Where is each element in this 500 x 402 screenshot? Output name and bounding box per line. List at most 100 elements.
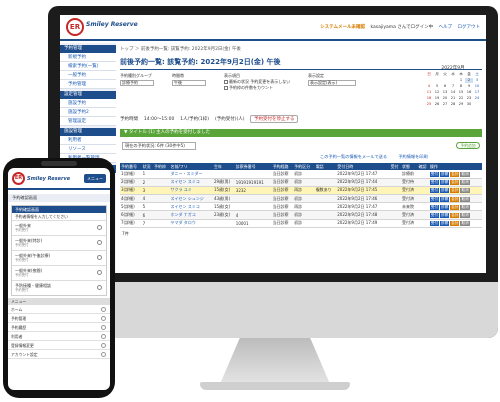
sidebar-item[interactable]: 一般予約 <box>60 71 116 80</box>
column-header[interactable]: 予約経路 <box>271 163 294 170</box>
help-link[interactable]: ヘルプ <box>439 25 453 30</box>
calendar-day[interactable]: 9 <box>465 84 473 89</box>
action-tag-button[interactable]: 受付 <box>429 221 440 227</box>
sidebar-item[interactable]: 新規予約 <box>60 53 116 62</box>
action-tag-button[interactable]: 受付 <box>429 171 440 177</box>
cell-name[interactable]: スイセン シュンジ <box>169 194 213 204</box>
checkbox[interactable] <box>224 86 228 90</box>
calendar-day[interactable]: 22 <box>457 96 465 101</box>
calendar-day[interactable]: 13 <box>441 90 449 95</box>
action-tag-button[interactable]: 受付 <box>429 196 440 202</box>
radio-icon[interactable] <box>97 255 102 260</box>
cell-reservation-no[interactable]: 6(詳細) <box>120 210 142 220</box>
phone-logo-mark[interactable]: ER <box>12 172 25 185</box>
calendar-day[interactable]: 27 <box>441 102 449 107</box>
column-header[interactable]: 状態 <box>401 163 418 170</box>
calendar-day[interactable]: 28 <box>449 102 457 107</box>
action-tag-button[interactable]: 受付 <box>429 180 440 186</box>
phone-menu-item[interactable]: 予約履歴 <box>8 323 110 332</box>
column-header[interactable]: 生年 <box>212 163 235 170</box>
reservation-no[interactable]: 2(詳細) <box>121 179 135 184</box>
column-header[interactable]: 予約枠 <box>152 163 170 170</box>
column-header[interactable]: 受付 <box>389 163 402 170</box>
cell-name[interactable]: ヤマダ タロウ <box>169 219 213 228</box>
calendar-day[interactable]: 24 <box>473 96 481 101</box>
app-logo[interactable]: ER Smiley Reserve <box>66 17 138 39</box>
column-header[interactable]: 受付日時 <box>336 163 389 170</box>
reservation-no[interactable]: 7(詳細) <box>121 220 135 225</box>
phone-option-item[interactable]: 一般外来 予約受付 <box>12 220 106 235</box>
sidebar-item[interactable]: リソース <box>60 145 116 154</box>
display-option-2[interactable]: 予約枠の件数をカウント <box>224 85 290 91</box>
table-row[interactable]: 3(詳細) 3 サクラ ユミ 15歳(女) 3232 当日診察 再診 複数あり 2022年9月2… <box>120 186 482 196</box>
table-row[interactable]: 7(詳細) 7 ヤマダ タロウ 10001 当日診察 初診 2022年9月2日 17:49 受… <box>120 219 482 228</box>
calendar-day[interactable]: 2 <box>465 78 473 83</box>
action-tag-button[interactable]: 診察 <box>440 196 450 202</box>
stop-booking-button[interactable]: 予約受付を停止する <box>249 115 299 123</box>
action-tag-button[interactable]: 診察 <box>440 221 450 227</box>
calendar-day[interactable]: 18 <box>425 96 433 101</box>
phone-menu-item[interactable]: 登録情報変更 <box>8 341 110 350</box>
phone-menu-item[interactable]: 予約管理 <box>8 314 110 323</box>
cell-reservation-no[interactable]: 7(詳細) <box>120 219 142 228</box>
phone-option-item[interactable]: 一般外来(午後診療) 予約受付 <box>12 250 106 265</box>
print-link[interactable]: 予約情報を印刷 <box>398 154 427 159</box>
cell-reservation-no[interactable]: 1(詳細) <box>120 170 142 179</box>
phone-menu-button[interactable]: メニュー <box>84 174 106 183</box>
calendar-day[interactable]: 19 <box>433 96 441 101</box>
action-tag-button[interactable]: 会計 <box>450 188 460 194</box>
checkbox[interactable] <box>224 80 228 84</box>
column-header[interactable]: 状況 <box>141 163 153 170</box>
column-header[interactable]: 確認 <box>417 163 429 170</box>
column-header[interactable]: 診察券番号 <box>234 163 272 170</box>
action-tag-button[interactable]: 会計 <box>450 213 460 219</box>
mail-warning-link[interactable]: システムメール未確認 <box>320 25 365 30</box>
email-list-link[interactable]: この予約一覧の情報をメールで送る <box>320 154 387 159</box>
table-row[interactable]: 2(詳細) 2 スイセン スミコ 29歳(男) 19191919191 当日診察 初診 202… <box>120 178 482 187</box>
calendar-day[interactable]: 14 <box>449 90 457 95</box>
phone-menu-item[interactable]: 利用者 <box>8 332 110 341</box>
reservation-no[interactable]: 6(詳細) <box>121 212 135 217</box>
calendar-day[interactable]: 23 <box>465 96 473 101</box>
logout-link[interactable]: ログアウト <box>458 25 481 30</box>
cell-name[interactable]: サクラ ユミ <box>169 186 213 196</box>
calendar-day[interactable]: 6 <box>441 84 449 89</box>
phone-option-item[interactable]: 予防接種・健康相談 予約受付 <box>12 280 106 295</box>
action-tag-button[interactable]: 取消 <box>460 196 470 202</box>
add-reservation-button[interactable]: 予約追加 <box>456 142 480 149</box>
table-row[interactable]: 6(詳細) 6 ホンダ ナガコ 23歳(女) 4 当日診察 初診 2022年9月2日 17:4… <box>120 210 482 220</box>
column-header[interactable]: 予約番号 <box>120 163 142 170</box>
phone-option-item[interactable]: 一般外来(夜間) 予約受付 <box>12 265 106 280</box>
calendar-day[interactable]: 1 <box>457 78 465 83</box>
action-tag-button[interactable]: 診察 <box>440 204 450 210</box>
action-tag-button[interactable]: 会計 <box>450 204 460 210</box>
column-header[interactable]: 電話 <box>314 163 337 170</box>
type-select[interactable]: 午後 <box>172 80 206 86</box>
calendar-day[interactable]: 29 <box>457 102 465 107</box>
cell-name[interactable]: スイセン スミコ <box>169 202 213 212</box>
calendar-day[interactable]: 7 <box>449 84 457 89</box>
calendar-day[interactable]: 15 <box>457 90 465 95</box>
action-tag-button[interactable]: 取消 <box>460 213 470 219</box>
cell-reservation-no[interactable]: 5(詳細) <box>120 202 142 212</box>
radio-icon[interactable] <box>97 285 102 290</box>
sidebar-item[interactable]: 施設予約 <box>60 99 116 108</box>
radio-icon[interactable] <box>97 240 102 245</box>
sidebar-item[interactable]: 管理設定 <box>60 117 116 126</box>
option-select[interactable]: 表示設定(表示) <box>308 80 356 86</box>
column-header[interactable]: 予約区分 <box>293 163 315 170</box>
calendar-day[interactable]: 20 <box>441 96 449 101</box>
phone-menu-item[interactable]: ホーム <box>8 305 110 314</box>
calendar-day[interactable]: 25 <box>425 102 433 107</box>
table-row[interactable]: 5(詳細) 5 スイセン スミコ 15歳(女) 当日診察 再診 2022年9月2日 17:4… <box>120 202 482 212</box>
calendar-day[interactable]: 21 <box>449 96 457 101</box>
action-tag-button[interactable]: 取消 <box>460 171 470 177</box>
action-tag-button[interactable]: 会計 <box>450 180 460 186</box>
calendar-day[interactable]: 4 <box>425 84 433 89</box>
breadcrumb[interactable]: トップ ＞ 前後予約一覧: 該覧予約: 2022年9月2日(金) 午後 <box>120 46 482 52</box>
action-tag-button[interactable]: 診察 <box>440 188 450 194</box>
reservation-no[interactable]: 4(詳細) <box>121 196 135 201</box>
action-tag-button[interactable]: 取消 <box>460 180 470 186</box>
column-header[interactable]: 名前/フリ <box>169 163 213 170</box>
group-select[interactable]: 診療予約 <box>120 80 154 86</box>
